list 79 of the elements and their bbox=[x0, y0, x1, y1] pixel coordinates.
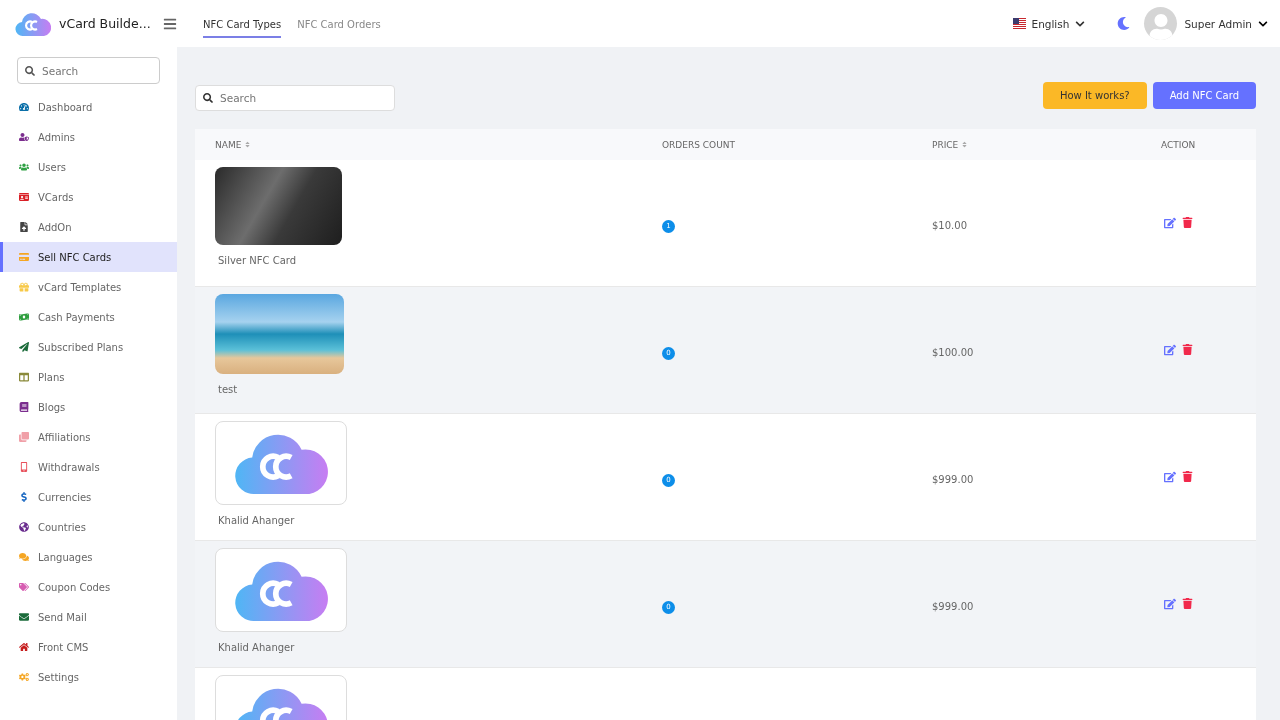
sidebar-item[interactable]: Users bbox=[0, 152, 177, 182]
column-header: ORDERS COUNT bbox=[662, 139, 736, 150]
price: $100.00 bbox=[932, 346, 974, 358]
card-name: Khalid Ahanger bbox=[217, 515, 296, 526]
sidebar-item[interactable]: Subscribed Plans bbox=[0, 332, 177, 362]
language-dropdown[interactable]: English bbox=[1012, 17, 1086, 30]
sidebar-item-icon bbox=[19, 342, 29, 352]
delete-icon[interactable] bbox=[1182, 471, 1193, 482]
sidebar-item[interactable]: Currencies bbox=[0, 482, 177, 512]
column-header[interactable]: NAME bbox=[215, 139, 662, 150]
tab[interactable]: NFC Card Types bbox=[203, 9, 282, 38]
chevron-down-icon bbox=[1075, 18, 1086, 29]
sidebar-item-icon bbox=[19, 432, 29, 442]
column-header: ACTION bbox=[1161, 139, 1197, 150]
price: $999.00 bbox=[932, 473, 974, 485]
sidebar-item-icon bbox=[19, 492, 29, 502]
sidebar-item-icon bbox=[19, 672, 29, 682]
price: $999.00 bbox=[932, 600, 974, 612]
moon-icon[interactable] bbox=[1117, 17, 1131, 30]
sidebar-item[interactable]: Settings bbox=[0, 662, 177, 692]
sidebar-item[interactable]: Withdrawals bbox=[0, 452, 177, 482]
search-field[interactable]: Search bbox=[195, 85, 395, 111]
sidebar-item[interactable]: Countries bbox=[0, 512, 177, 542]
menu-icon[interactable] bbox=[162, 16, 177, 31]
sidebar-item-icon bbox=[19, 552, 29, 562]
sidebar-item[interactable]: VCards bbox=[0, 182, 177, 212]
edit-icon[interactable] bbox=[1164, 344, 1176, 356]
chevron-down-icon[interactable] bbox=[1258, 18, 1268, 29]
sidebar-item-icon bbox=[19, 642, 29, 652]
sidebar-item[interactable]: Send Mail bbox=[0, 602, 177, 632]
edit-icon[interactable] bbox=[1164, 471, 1176, 483]
delete-icon[interactable] bbox=[1182, 217, 1193, 228]
card-name: test bbox=[217, 384, 239, 395]
search-icon bbox=[25, 65, 35, 76]
sidebar-item[interactable]: Sell NFC Cards bbox=[0, 242, 177, 272]
sidebar-item-icon bbox=[19, 582, 29, 592]
sidebar-item-icon bbox=[19, 522, 29, 532]
sidebar-item-icon bbox=[19, 402, 29, 412]
sidebar-item-icon bbox=[19, 252, 29, 262]
sidebar-item[interactable]: Languages bbox=[0, 542, 177, 572]
sidebar-item-icon bbox=[19, 132, 29, 142]
sort-icon bbox=[244, 141, 252, 148]
sidebar-item[interactable]: Blogs bbox=[0, 392, 177, 422]
sidebar-item-icon bbox=[19, 162, 29, 172]
sidebar-item[interactable]: Front CMS bbox=[0, 632, 177, 662]
sidebar-item-icon bbox=[19, 282, 29, 292]
sidebar-item[interactable]: Affiliations bbox=[0, 422, 177, 452]
delete-icon[interactable] bbox=[1182, 598, 1193, 609]
sidebar-item-icon bbox=[19, 102, 29, 112]
edit-icon[interactable] bbox=[1164, 598, 1176, 610]
sidebar-item[interactable]: AddOn bbox=[0, 212, 177, 242]
sidebar-item[interactable]: Cash Payments bbox=[0, 302, 177, 332]
cloud-logo-icon bbox=[15, 10, 51, 37]
sidebar-item[interactable]: vCard Templates bbox=[0, 272, 177, 302]
sidebar-item[interactable]: Dashboard bbox=[0, 92, 177, 122]
sidebar-item-icon bbox=[19, 222, 29, 232]
edit-icon[interactable] bbox=[1164, 217, 1176, 229]
action-button[interactable]: How It works? bbox=[1042, 81, 1147, 109]
tab[interactable]: NFC Card Orders bbox=[297, 9, 381, 38]
sort-icon bbox=[961, 141, 969, 148]
sidebar-item-icon bbox=[19, 192, 29, 202]
delete-icon[interactable] bbox=[1182, 344, 1193, 355]
card-name: Khalid Ahanger bbox=[217, 642, 296, 653]
column-header[interactable]: PRICE bbox=[932, 139, 1161, 150]
sidebar-item[interactable]: Coupon Codes bbox=[0, 572, 177, 602]
sidebar-item-icon bbox=[19, 462, 29, 472]
user-name[interactable]: Super Admin bbox=[1184, 17, 1252, 30]
sidebar-search-field[interactable]: Search bbox=[17, 57, 160, 84]
sidebar-item-icon bbox=[19, 612, 29, 622]
search-icon bbox=[203, 93, 213, 103]
price: $10.00 bbox=[932, 219, 967, 231]
sidebar-item-icon bbox=[19, 372, 29, 382]
sidebar-item[interactable]: Plans bbox=[0, 362, 177, 392]
sidebar-item-icon bbox=[19, 312, 29, 322]
card-name: Silver NFC Card bbox=[217, 255, 298, 266]
action-button[interactable]: Add NFC Card bbox=[1152, 81, 1256, 109]
flag-icon bbox=[1012, 18, 1026, 29]
sidebar-item[interactable]: Admins bbox=[0, 122, 177, 152]
brand-name: vCard Builde... bbox=[59, 16, 151, 31]
